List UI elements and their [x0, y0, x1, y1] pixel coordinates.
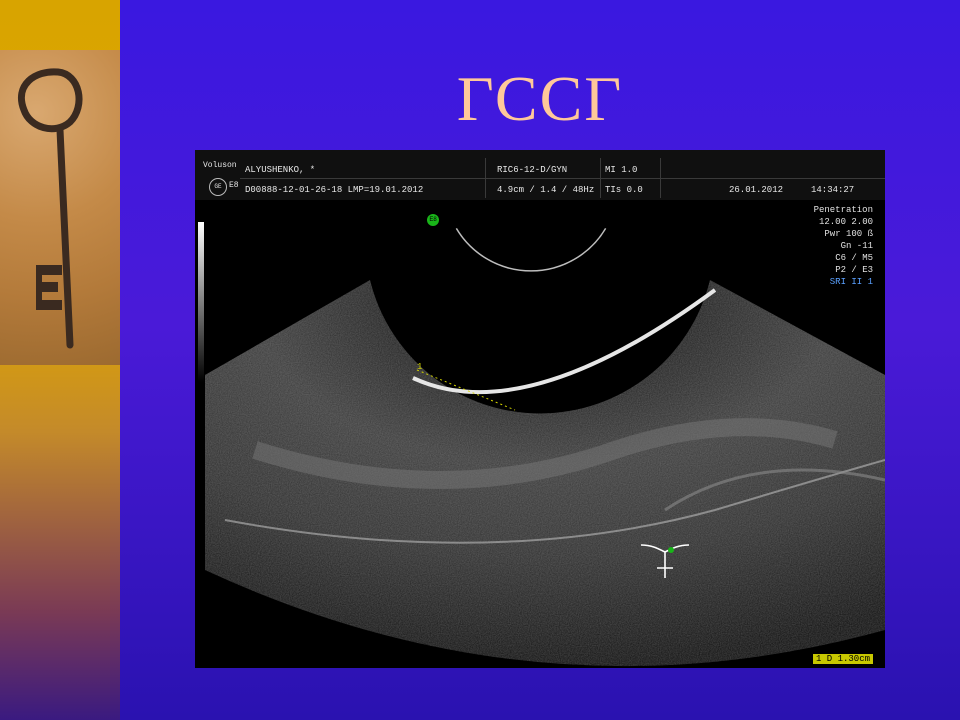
- probe-name: RIC6-12-D/GYN: [497, 165, 568, 175]
- ge-logo-icon: GE: [209, 178, 227, 196]
- ultrasound-header: Voluson GE E8 ALYUSHENKO, * RIC6-12-D/GY…: [195, 150, 885, 200]
- caliper-label: 1: [417, 362, 423, 372]
- tis-value: TIs 0.0: [605, 185, 643, 195]
- measurement-readout: 1 D 1.30cm: [812, 654, 873, 664]
- param-line: C6 / M5: [835, 253, 873, 263]
- gray-scale-bar: [198, 222, 204, 382]
- exam-time: 14:34:27: [811, 185, 855, 195]
- device-model: E8: [229, 181, 239, 190]
- patient-name: ALYUSHENKO, *: [245, 165, 316, 175]
- param-line: 12.00 2.00: [818, 217, 873, 227]
- ultrasound-scan: [205, 216, 885, 667]
- slide-title: ГССГ: [456, 63, 624, 134]
- header-divider-v: [660, 158, 661, 198]
- ultrasound-image: Voluson GE E8 ALYUSHENKO, * RIC6-12-D/GY…: [195, 150, 885, 668]
- param-line: Gn -11: [840, 241, 873, 251]
- header-divider-v: [600, 158, 601, 198]
- mi-value: MI 1.0: [605, 165, 638, 175]
- exam-date: 26.01.2012: [729, 185, 784, 195]
- header-divider: [240, 178, 885, 179]
- depth-value: 4.9cm / 1.4 / 48Hz: [497, 185, 595, 195]
- header-divider-v: [485, 158, 486, 198]
- param-line-sri: SRI II 1: [829, 277, 873, 287]
- device-name: Voluson: [203, 161, 237, 170]
- param-line: Pwr 100 ß: [824, 229, 873, 239]
- param-line: Penetration: [813, 205, 873, 215]
- param-line: P2 / E3: [835, 265, 873, 275]
- patient-id: D00888-12-01-26-18 LMP=19.01.2012: [245, 185, 424, 195]
- scan-parameters: Penetration 12.00 2.00 Pwr 100 ß Gn -11 …: [814, 204, 873, 288]
- orientation-marker: E8: [427, 214, 439, 226]
